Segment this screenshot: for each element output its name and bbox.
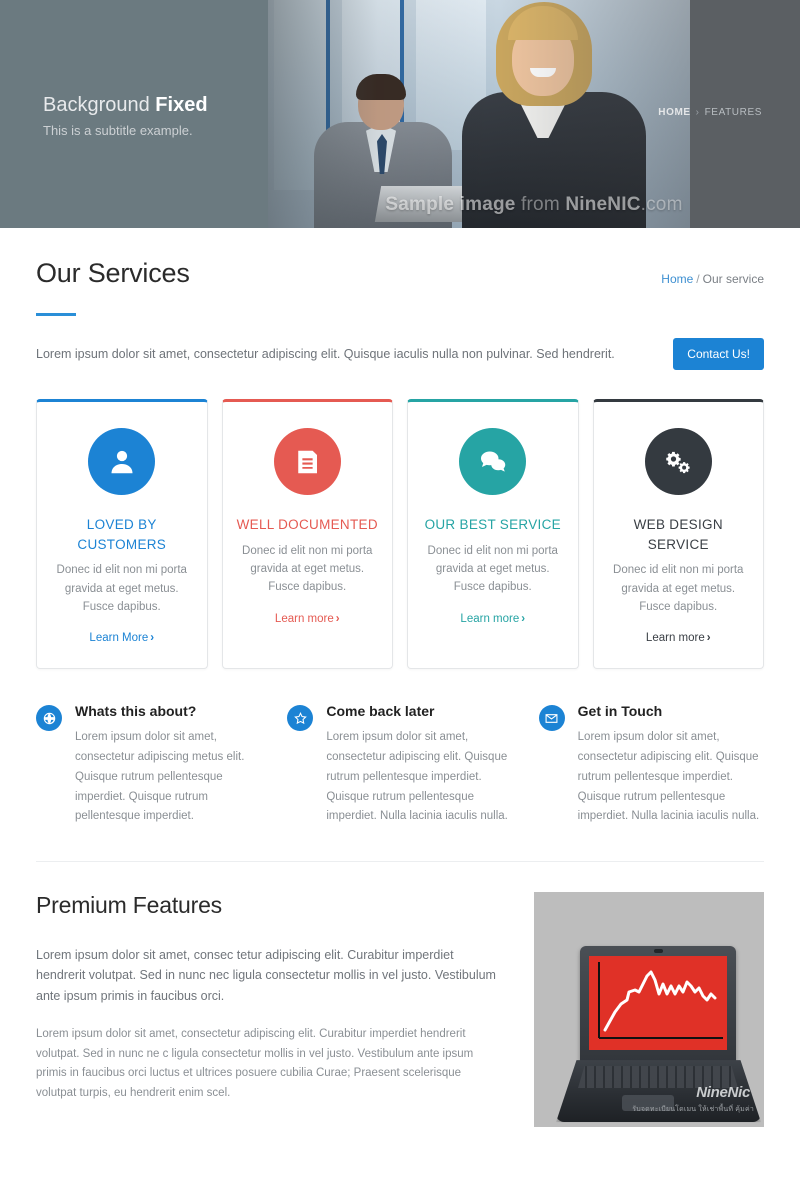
premium-paragraph-1: Lorem ipsum dolor sit amet, consec tetur…: [36, 948, 496, 1003]
card-learn-more-link[interactable]: Learn More ›: [89, 632, 154, 644]
hero-breadcrumb: HOME › FEATURES: [658, 107, 762, 118]
page-title: Our Services: [36, 258, 190, 288]
laptop-lid: [580, 946, 736, 1063]
star-icon: [287, 705, 314, 732]
feature-body: Lorem ipsum dolor sit amet, consectetur …: [326, 731, 508, 823]
hero-title-normal: Background: [43, 94, 156, 116]
card-description: Donec id elit non mi porta gravida at eg…: [242, 544, 373, 594]
card-title: LOVED BY CUSTOMERS: [77, 517, 167, 552]
hero-breadcrumb-current: FEATURES: [704, 107, 762, 118]
service-card[interactable]: LOVED BY CUSTOMERS Donec id elit non mi …: [36, 399, 208, 670]
card-learn-more-link[interactable]: Learn more ›: [275, 613, 340, 625]
service-cards: LOVED BY CUSTOMERS Donec id elit non mi …: [36, 399, 764, 670]
card-description: Donec id elit non mi porta gravida at eg…: [56, 564, 187, 613]
feature-text: Whats this about? Lorem ipsum dolor sit …: [75, 703, 261, 827]
breadcrumb-separator: /: [696, 272, 700, 286]
card-link-label: Learn more: [274, 612, 334, 625]
user-icon: [88, 428, 156, 495]
service-card[interactable]: WEB DESIGN SERVICE Donec id elit non mi …: [592, 399, 764, 670]
service-card[interactable]: OUR BEST SERVICE Donec id elit non mi po…: [407, 399, 579, 670]
feature-text: Come back later Lorem ipsum dolor sit am…: [326, 703, 512, 827]
premium-title: Premium Features: [36, 892, 222, 919]
feature-text: Get in Touch Lorem ipsum dolor sit amet,…: [578, 703, 764, 827]
chevron-right-icon: ›: [150, 632, 155, 645]
card-link-label: Learn more: [645, 632, 705, 645]
feature-heading: Get in Touch: [577, 703, 663, 720]
card-description: Donec id elit non mi porta gravida at eg…: [613, 564, 744, 613]
card-title: WELL DOCUMENTED: [236, 517, 378, 532]
hero-subtitle: This is a subtitle example.: [43, 123, 193, 138]
feature-block: Get in Touch Lorem ipsum dolor sit amet,…: [538, 703, 764, 827]
document-icon: [273, 428, 341, 495]
card-learn-more-link[interactable]: Learn more ›: [646, 632, 711, 644]
feature-block: Come back later Lorem ipsum dolor sit am…: [287, 703, 512, 827]
feature-blocks: Whats this about? Lorem ipsum dolor sit …: [36, 703, 764, 827]
premium-image: NineNic รับจดทะเบียนโดเมน ให้เช่าพื้นที่…: [534, 892, 764, 1128]
hero-breadcrumb-separator: ›: [695, 107, 700, 118]
feature-heading: Come back later: [326, 703, 435, 720]
intro-paragraph: Lorem ipsum dolor sit amet, consectetur …: [36, 346, 615, 361]
breadcrumb-home-link[interactable]: Home: [661, 272, 693, 286]
laptop-brand-label: NineNic: [696, 1084, 750, 1102]
feature-body: Lorem ipsum dolor sit amet, consectetur …: [75, 731, 245, 823]
laptop-screen: [589, 956, 727, 1051]
card-title: WEB DESIGN SERVICE: [633, 517, 723, 552]
hero-text-block: Background Fixed This is a subtitle exam…: [43, 93, 208, 138]
premium-text-column: Premium Features Lorem ipsum dolor sit a…: [36, 892, 498, 1104]
card-link-label: Learn More: [89, 632, 149, 645]
chat-bubbles-icon: [459, 428, 527, 495]
service-card[interactable]: WELL DOCUMENTED Donec id elit non mi por…: [221, 399, 393, 670]
hero-title: Background Fixed: [43, 93, 208, 117]
section-divider: [36, 861, 764, 863]
contact-us-button[interactable]: Contact Us!: [673, 338, 764, 370]
premium-paragraph-2: Lorem ipsum dolor sit amet, consectetur …: [36, 1027, 474, 1100]
chevron-right-icon: ›: [521, 612, 526, 625]
title-underline-rule: [36, 313, 76, 316]
gears-icon: [644, 428, 712, 495]
hero-breadcrumb-home[interactable]: HOME: [658, 107, 690, 118]
feature-body: Lorem ipsum dolor sit amet, consectetur …: [577, 731, 760, 823]
intro-row: Lorem ipsum dolor sit amet, consectetur …: [36, 338, 764, 370]
envelope-icon: [538, 705, 565, 732]
feature-block: Whats this about? Lorem ipsum dolor sit …: [36, 703, 261, 827]
card-description: Donec id elit non mi porta gravida at eg…: [427, 544, 558, 594]
card-learn-more-link[interactable]: Learn more ›: [460, 613, 525, 625]
premium-features-section: Premium Features Lorem ipsum dolor sit a…: [36, 892, 764, 1128]
breadcrumb-current: Our service: [702, 272, 764, 286]
card-link-label: Learn more: [460, 612, 520, 625]
card-title: OUR BEST SERVICE: [424, 517, 561, 532]
chevron-right-icon: ›: [335, 612, 340, 625]
laptop-brand-tagline: รับจดทะเบียนโดเมน ให้เช่าพื้นที่ คุ้มค่า: [632, 1106, 754, 1114]
hero-photo: [268, 0, 690, 228]
hero-banner: Sample image from NineNIC.com Background…: [0, 0, 800, 228]
laptop-illustration: NineNic รับจดทะเบียนโดเมน ให้เช่าพื้นที่…: [534, 892, 764, 1127]
feature-heading: Whats this about?: [75, 703, 197, 720]
globe-icon: [36, 705, 62, 732]
page-content: Our Services Home / Our service Lorem ipsu…: [0, 228, 800, 1128]
breadcrumb: Home / Our service: [661, 258, 764, 286]
photo-overlay: [268, 0, 690, 228]
hero-title-bold: Fixed: [155, 94, 208, 116]
services-header: Our Services Home / Our service: [36, 228, 764, 289]
chevron-right-icon: ›: [706, 632, 711, 645]
webcam-icon: [654, 949, 663, 954]
